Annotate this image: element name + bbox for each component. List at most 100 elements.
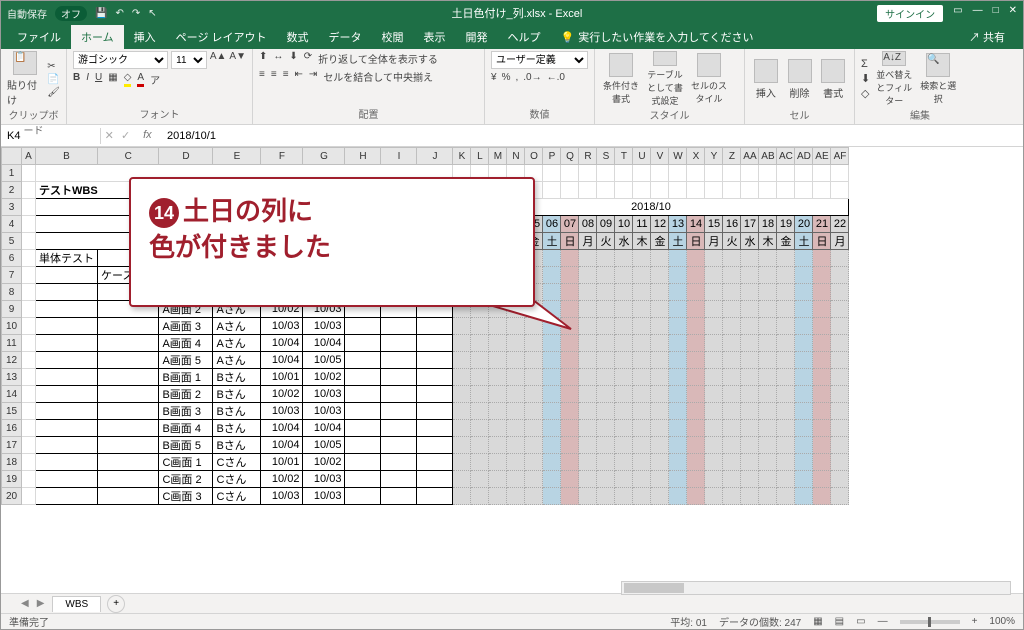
cell-style-icon (697, 53, 721, 77)
dec-dec-icon[interactable]: ←.0 (547, 72, 565, 83)
clear-icon[interactable]: ◇ (861, 87, 870, 100)
tab-formula[interactable]: 数式 (277, 25, 319, 49)
indent-inc-icon[interactable]: ⇥ (309, 69, 317, 84)
cond-format-label: 条件付き書式 (601, 79, 641, 105)
number-format[interactable]: ユーザー定義 (491, 51, 588, 69)
insert-icon (754, 59, 778, 83)
cut-icon[interactable]: ✂ (47, 61, 60, 72)
tell-me[interactable]: 💡実行したい作業を入力してください (551, 25, 764, 49)
copy-icon[interactable]: 📄 (47, 74, 60, 85)
view-normal-icon[interactable]: ▦ (813, 616, 822, 627)
status-bar: 準備完了 平均: 01 データの個数: 247 ▦ ▤ ▭ — + 100% (1, 613, 1023, 629)
zoom-slider[interactable] (900, 620, 960, 624)
font-color-icon[interactable]: A (137, 72, 144, 87)
enter-fx-icon[interactable]: ✓ (121, 129, 130, 142)
align-top-icon[interactable]: ⬆ (259, 51, 267, 66)
italic-button[interactable]: I (86, 72, 89, 87)
close-icon[interactable]: ✕ (1009, 5, 1017, 22)
paste-label: 貼り付け (7, 77, 43, 107)
tab-review[interactable]: 校閲 (372, 25, 414, 49)
title-bar: 自動保存 オフ 💾 ↶ ↷ ↖ 土日色付け_列.xlsx - Excel サイン… (1, 1, 1023, 25)
tab-help[interactable]: ヘルプ (498, 25, 551, 49)
view-layout-icon[interactable]: ▤ (835, 616, 844, 627)
autosum-icon[interactable]: Σ (861, 58, 870, 70)
view-break-icon[interactable]: ▭ (856, 616, 865, 627)
fill-icon[interactable]: ⬇ (861, 72, 870, 85)
name-box[interactable]: K4 (1, 128, 101, 144)
new-sheet-button[interactable]: + (107, 595, 125, 613)
tab-insert[interactable]: 挿入 (124, 25, 166, 49)
percent-icon[interactable]: % (502, 72, 511, 83)
delete-cells-button[interactable]: 削除 (785, 51, 815, 107)
bold-button[interactable]: B (73, 72, 80, 87)
save-icon[interactable]: 💾 (95, 8, 107, 19)
callout-badge: 14 (149, 198, 179, 228)
zoom-in-icon[interactable]: + (972, 616, 978, 627)
sheet-tab-wbs[interactable]: WBS (52, 596, 101, 612)
cursor-icon[interactable]: ↖ (148, 8, 156, 19)
tab-layout[interactable]: ページ レイアウト (166, 25, 277, 49)
align-bot-icon[interactable]: ⬇ (289, 51, 297, 66)
shrink-font-icon[interactable]: A▼ (229, 51, 246, 69)
share-button[interactable]: ↗ 共有 (959, 25, 1015, 49)
group-number-label: 数値 (491, 106, 588, 122)
currency-icon[interactable]: ¥ (491, 72, 497, 83)
find-button[interactable]: 🔍検索と選択 (918, 51, 958, 107)
sort-filter-button[interactable]: A↓Z並べ替えとフィルター (874, 51, 914, 107)
cell-style-button[interactable]: セルのスタイル (689, 51, 729, 107)
tab-dev[interactable]: 開発 (456, 25, 498, 49)
indent-dec-icon[interactable]: ⇤ (295, 69, 303, 84)
formula-input[interactable]: 2018/10/1 (161, 128, 1023, 144)
tab-home[interactable]: ホーム (71, 25, 124, 49)
underline-button[interactable]: U (95, 72, 102, 87)
signin-button[interactable]: サインイン (877, 5, 943, 22)
table-format-label: テーブルとして書式設定 (645, 68, 685, 107)
tab-nav-next-icon[interactable]: ▶ (37, 598, 45, 609)
inc-dec-icon[interactable]: .0→ (523, 72, 541, 83)
wrap-text-button[interactable]: 折り返して全体を表示する (318, 51, 438, 66)
window-title: 土日色付け_列.xlsx - Excel (157, 5, 877, 21)
callout-line2: 色が付きました (149, 232, 331, 262)
horizontal-scrollbar[interactable] (621, 581, 1011, 595)
font-size[interactable]: 11 (171, 51, 207, 69)
sort-label: 並べ替えとフィルター (874, 68, 914, 107)
align-right-icon[interactable]: ≡ (283, 69, 289, 84)
tab-file[interactable]: ファイル (7, 25, 71, 49)
merge-button[interactable]: セルを結合して中央揃え (323, 69, 433, 84)
minimize-icon[interactable]: — (973, 5, 983, 22)
ribbon-tabs: ファイル ホーム 挿入 ページ レイアウト 数式 データ 校閲 表示 開発 ヘル… (1, 25, 1023, 49)
autosave-toggle[interactable]: オフ (55, 6, 87, 21)
zoom-out-icon[interactable]: — (878, 616, 888, 627)
delete-label: 削除 (790, 85, 810, 100)
format-label: 書式 (823, 85, 843, 100)
cancel-fx-icon[interactable]: ✕ (105, 129, 114, 142)
border-icon[interactable]: ▦ (108, 72, 117, 87)
comma-icon[interactable]: , (515, 72, 518, 83)
fill-color-icon[interactable]: ◇ (124, 72, 132, 87)
redo-icon[interactable]: ↷ (132, 8, 140, 19)
fx-icon[interactable]: fx (137, 129, 157, 142)
align-center-icon[interactable]: ≡ (271, 69, 277, 84)
paste-button[interactable]: 📋貼り付け (7, 51, 43, 107)
align-left-icon[interactable]: ≡ (259, 69, 265, 84)
format-cells-button[interactable]: 書式 (818, 51, 848, 107)
font-name[interactable]: 游ゴシック (73, 51, 168, 69)
tab-nav-prev-icon[interactable]: ◀ (21, 598, 29, 609)
group-font-label: フォント (73, 106, 246, 122)
insert-cells-button[interactable]: 挿入 (751, 51, 781, 107)
tab-data[interactable]: データ (319, 25, 372, 49)
ribbon-opts-icon[interactable]: ▭ (953, 5, 962, 22)
maximize-icon[interactable]: □ (993, 5, 999, 22)
undo-icon[interactable]: ↶ (115, 8, 123, 19)
align-mid-icon[interactable]: ↔ (273, 51, 283, 66)
orient-icon[interactable]: ⟳ (304, 51, 312, 66)
table-format-button[interactable]: テーブルとして書式設定 (645, 51, 685, 107)
insert-label: 挿入 (756, 85, 776, 100)
phonetic-icon[interactable]: ア (150, 72, 160, 87)
tab-view[interactable]: 表示 (414, 25, 456, 49)
zoom-level[interactable]: 100% (989, 616, 1015, 627)
scroll-thumb[interactable] (624, 583, 684, 593)
painter-icon[interactable]: 🖌 (47, 87, 60, 98)
grow-font-icon[interactable]: A▲ (210, 51, 227, 69)
cond-format-button[interactable]: 条件付き書式 (601, 51, 641, 107)
